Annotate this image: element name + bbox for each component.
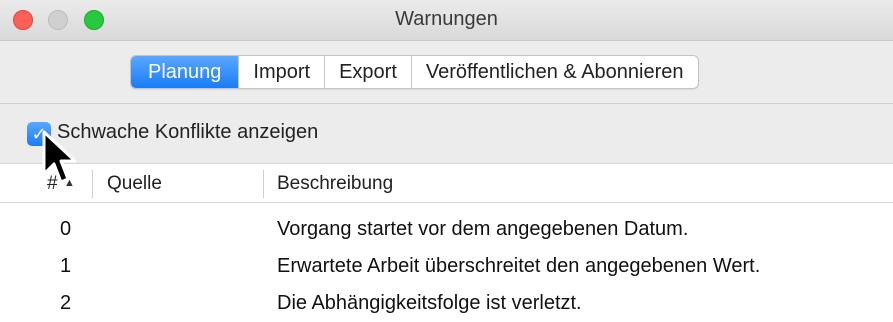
warnings-window: Warnungen Planung Import Export Veröffen…: [0, 0, 893, 322]
table-row[interactable]: 2 Die Abhängigkeitsfolge ist verletzt.: [0, 286, 893, 320]
row-description: Vorgang startet vor dem angegebenen Datu…: [277, 218, 689, 240]
column-header-source[interactable]: Quelle: [107, 164, 162, 203]
tab-export[interactable]: Export: [324, 56, 411, 88]
show-weak-conflicts-label[interactable]: Schwache Konflikte anzeigen: [57, 121, 318, 144]
mouse-pointer-icon: [42, 130, 77, 184]
toolbar: Planung Import Export Veröffentlichen & …: [0, 41, 893, 103]
tab-import[interactable]: Import: [238, 56, 324, 88]
row-number: 0: [60, 218, 72, 240]
warnings-table: # ▲ Quelle Beschreibung 0 Vorgang starte…: [0, 163, 893, 322]
category-segmented-control: Planung Import Export Veröffentlichen & …: [130, 55, 699, 89]
column-divider[interactable]: [92, 170, 93, 198]
row-description: Erwartete Arbeit überschreitet den angeg…: [277, 255, 761, 277]
row-number: 2: [60, 292, 72, 314]
column-divider[interactable]: [263, 170, 264, 198]
column-header-description[interactable]: Beschreibung: [277, 164, 393, 203]
table-header: # ▲ Quelle Beschreibung: [0, 163, 893, 203]
row-number: 1: [60, 255, 72, 277]
tab-publish-subscribe[interactable]: Veröffentlichen & Abonnieren: [410, 56, 698, 88]
row-description: Die Abhängigkeitsfolge ist verletzt.: [277, 292, 582, 314]
options-bar: ✓ Schwache Konflikte anzeigen: [0, 104, 893, 163]
title-bar[interactable]: Warnungen: [0, 0, 893, 41]
table-row[interactable]: 1 Erwartete Arbeit überschreitet den ang…: [0, 249, 893, 283]
table-row[interactable]: 0 Vorgang startet vor dem angegebenen Da…: [0, 212, 893, 246]
window-title: Warnungen: [395, 8, 498, 30]
tab-planung[interactable]: Planung: [131, 56, 239, 88]
